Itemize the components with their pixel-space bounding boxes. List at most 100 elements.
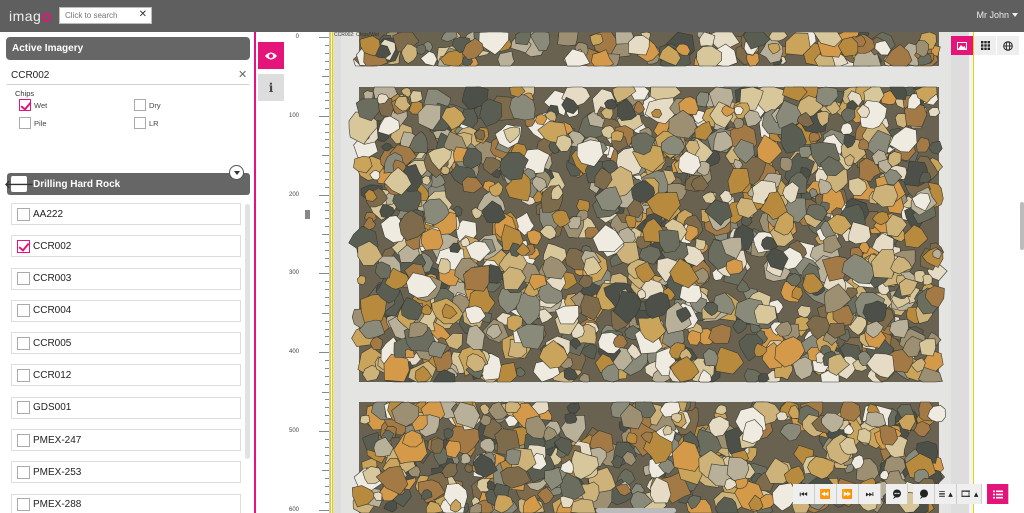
- list-item-checkbox[interactable]: [17, 401, 30, 415]
- view-mode-toggle: [951, 36, 1020, 55]
- grid-view-button[interactable]: [974, 36, 996, 55]
- list-item-checkbox[interactable]: [17, 336, 30, 350]
- interval-line-left: [332, 32, 333, 513]
- tab-info[interactable]: i: [258, 74, 284, 101]
- prev-button[interactable]: ⏪: [815, 484, 837, 504]
- list-item-checkbox[interactable]: [17, 207, 30, 221]
- ruler-major-tick: [319, 509, 329, 511]
- ruler-minor-tick: [325, 304, 329, 306]
- list-item[interactable]: PMEX-288: [11, 493, 241, 513]
- list-item[interactable]: CCR005: [11, 332, 241, 355]
- menu-list-button[interactable]: [987, 484, 1010, 504]
- dry-checkbox[interactable]: [134, 99, 146, 111]
- clear-search-icon[interactable]: ✕: [139, 9, 147, 20]
- list-item[interactable]: CCR003: [11, 267, 241, 290]
- ruler-minor-tick: [325, 438, 329, 440]
- list-item[interactable]: AA222: [11, 203, 241, 225]
- list-item[interactable]: CCR002: [11, 235, 241, 258]
- rock-chip: [865, 411, 887, 428]
- last-button[interactable]: ⏭: [859, 484, 881, 504]
- comment-button[interactable]: [886, 484, 908, 504]
- list-item-checkbox[interactable]: [17, 272, 30, 286]
- option-label: LR: [149, 118, 159, 128]
- list-icon: ≣ ▴: [938, 488, 953, 499]
- rock-chip: [879, 424, 898, 446]
- group-header: 🡐 Drilling Hard Rock: [4, 173, 250, 195]
- list-item-checkbox[interactable]: [17, 433, 30, 447]
- ruler-minor-tick: [325, 375, 329, 377]
- rock-chip: [726, 456, 750, 481]
- list-item[interactable]: CCR004: [11, 299, 241, 322]
- ruler-minor-tick: [325, 68, 329, 70]
- viewer-horizontal-scrollbar[interactable]: [596, 508, 676, 513]
- ruler-minor-tick: [325, 486, 329, 488]
- ruler-major-tick: [319, 352, 329, 354]
- ruler-minor-tick: [325, 163, 329, 165]
- ruler-minor-tick: [322, 155, 329, 157]
- film-dropdown-button[interactable]: 🎞 ▴: [957, 484, 983, 504]
- list-item-checkbox[interactable]: [17, 498, 30, 512]
- ruler-major-tick: [319, 115, 329, 117]
- list-dropdown-button[interactable]: ≣ ▴: [935, 484, 957, 504]
- ruler-marker[interactable]: [305, 210, 310, 219]
- ruler-major-tick: [319, 431, 329, 432]
- list-scrollbar[interactable]: [245, 204, 250, 459]
- ruler-minor-tick: [325, 423, 329, 425]
- image-view-button[interactable]: [951, 36, 973, 55]
- ruler-minor-tick: [325, 139, 329, 141]
- ruler-label: 200: [288, 191, 299, 198]
- comments-button[interactable]: [913, 484, 935, 504]
- tab-imagery[interactable]: [258, 42, 284, 69]
- list-item-checkbox[interactable]: [17, 239, 30, 253]
- left-panel: Active Imagery CCR002 ✕ Chips Wet Dry Pi…: [0, 32, 256, 513]
- ruler-minor-tick: [325, 367, 329, 369]
- remove-active-icon[interactable]: ✕: [238, 68, 247, 81]
- list-item-checkbox[interactable]: [17, 368, 30, 382]
- ruler-minor-tick: [325, 44, 329, 46]
- group-title: Drilling Hard Rock: [33, 178, 121, 190]
- pile-checkbox[interactable]: [19, 117, 31, 129]
- ruler-minor-tick: [325, 218, 329, 220]
- arrow-left-icon[interactable]: 🡐: [4, 176, 34, 192]
- ruler-minor-tick: [322, 234, 329, 235]
- list-item[interactable]: CCR012: [11, 364, 241, 387]
- ruler-minor-tick: [325, 202, 329, 204]
- list-item-checkbox[interactable]: [17, 465, 30, 479]
- collapse-button[interactable]: [229, 165, 244, 180]
- ruler-minor-tick: [325, 92, 329, 94]
- rock-chip: [922, 273, 933, 286]
- rock-chip: [779, 156, 793, 172]
- option-dry[interactable]: Dry: [134, 99, 161, 111]
- film-icon: 🎞 ▴: [960, 488, 979, 499]
- list-item[interactable]: PMEX-253: [11, 461, 241, 484]
- image-viewer[interactable]: CCR002: Chips/Wet: [330, 32, 1024, 513]
- ruler-label: 100: [288, 112, 299, 119]
- wet-checkbox[interactable]: [19, 99, 31, 111]
- ruler-minor-tick: [325, 226, 329, 228]
- option-pile[interactable]: Pile: [19, 117, 47, 129]
- list-item-checkbox[interactable]: [17, 304, 30, 318]
- lr-checkbox[interactable]: [134, 117, 146, 129]
- chip-tray-photo[interactable]: [341, 32, 951, 513]
- option-wet[interactable]: Wet: [19, 99, 47, 111]
- viewer-vertical-scrollbar[interactable]: [1020, 202, 1024, 250]
- ruler-major-tick: [319, 273, 329, 275]
- app-logo[interactable]: imag: [9, 8, 52, 24]
- option-lr[interactable]: LR: [134, 117, 159, 129]
- next-button[interactable]: ⏩: [837, 484, 859, 504]
- search-input[interactable]: [60, 8, 138, 23]
- first-button[interactable]: ⏮: [793, 484, 815, 504]
- ruler-minor-tick: [325, 320, 329, 322]
- info-icon: i: [268, 80, 274, 95]
- side-tabs: i: [258, 32, 284, 513]
- image-icon: [957, 41, 967, 50]
- list-item[interactable]: PMEX-247: [11, 429, 241, 452]
- fast-forward-icon: ⏩: [841, 488, 854, 499]
- user-menu[interactable]: Mr John: [976, 10, 1018, 20]
- globe-view-button[interactable]: [997, 36, 1019, 55]
- bottom-toolbar: ⏮ ⏪ ⏩ ⏭ ≣ ▴ 🎞 ▴: [793, 484, 1010, 504]
- chips-label: Chips: [15, 89, 35, 98]
- list-item[interactable]: GDS001: [11, 396, 241, 419]
- ruler-minor-tick: [325, 415, 329, 417]
- divider: [7, 84, 249, 85]
